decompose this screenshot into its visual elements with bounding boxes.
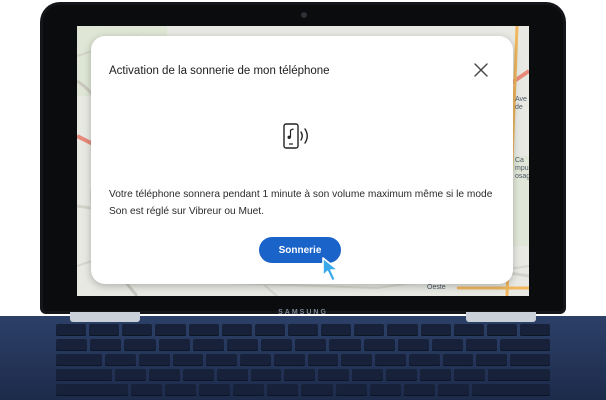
key: [56, 339, 88, 351]
key: [301, 384, 333, 396]
key: [233, 384, 265, 396]
key: [403, 384, 436, 396]
webcam: [301, 12, 307, 18]
phone-ring-icon: [283, 123, 308, 149]
close-icon[interactable]: [472, 61, 490, 79]
key-row: [56, 339, 551, 351]
key: [284, 369, 316, 381]
screen: Ave de Ca mpus osag Oeste Activation de …: [77, 26, 529, 296]
key: [453, 324, 484, 336]
key: [221, 324, 252, 336]
key: [369, 384, 401, 396]
hinge-left: [70, 312, 140, 322]
key: [386, 369, 418, 381]
key: [124, 339, 156, 351]
key: [387, 324, 418, 336]
key: [240, 354, 271, 366]
key: [198, 384, 231, 396]
map-label: Ca: [515, 157, 524, 164]
key: [472, 384, 551, 396]
key: [254, 324, 285, 336]
map-label: de: [515, 104, 523, 111]
key: [318, 369, 350, 381]
key: [287, 324, 319, 336]
key: [363, 339, 395, 351]
key: [408, 354, 440, 366]
map-label: Ave: [515, 96, 527, 103]
key: [89, 324, 120, 336]
key: [329, 339, 361, 351]
key: [321, 324, 352, 336]
key: [438, 384, 470, 396]
key: [105, 354, 136, 366]
key: [466, 339, 498, 351]
key: [226, 339, 259, 351]
key: [130, 384, 162, 396]
key: [56, 324, 87, 336]
key: [56, 354, 103, 366]
key: [397, 339, 429, 351]
key: [500, 339, 551, 351]
key: [148, 369, 180, 381]
key: [307, 354, 339, 366]
key-row: [56, 369, 551, 381]
key: [192, 339, 224, 351]
key: [354, 324, 385, 336]
key: [273, 354, 305, 366]
key: [341, 354, 373, 366]
key: [114, 369, 146, 381]
key: [250, 369, 282, 381]
map-label: mpus: [515, 165, 529, 172]
key: [352, 369, 384, 381]
key-row: [56, 324, 551, 336]
key: [420, 324, 451, 336]
key: [335, 384, 367, 396]
key: [122, 324, 153, 336]
key: [488, 369, 551, 381]
key: [519, 324, 551, 336]
key: [158, 339, 190, 351]
key: [206, 354, 238, 366]
key: [486, 324, 517, 336]
key: [164, 384, 196, 396]
key: [90, 339, 122, 351]
key: [172, 354, 204, 366]
key: [56, 369, 112, 381]
hinge-right: [466, 312, 536, 322]
hand-cursor-icon: [322, 257, 339, 282]
keyboard: [56, 324, 551, 400]
key: [138, 354, 170, 366]
key: [375, 354, 406, 366]
key: [431, 339, 464, 351]
key: [182, 369, 214, 381]
key: [155, 324, 186, 336]
key: [454, 369, 486, 381]
ring-phone-dialog: Activation de la sonnerie de mon télépho…: [91, 36, 513, 284]
key: [216, 369, 248, 381]
key-row: [56, 384, 551, 396]
map-label: osag: [515, 173, 529, 180]
key: [56, 384, 128, 396]
key: [295, 339, 327, 351]
key: [510, 354, 551, 366]
key: [261, 339, 293, 351]
map-label: Oeste: [427, 284, 446, 291]
key: [188, 324, 219, 336]
dialog-title: Activation de la sonnerie de mon télépho…: [109, 65, 330, 77]
key: [267, 384, 299, 396]
key: [420, 369, 452, 381]
key-row: [56, 354, 551, 366]
dialog-message: Votre téléphone sonnera pendant 1 minute…: [109, 189, 493, 217]
key: [442, 354, 474, 366]
key: [476, 354, 508, 366]
